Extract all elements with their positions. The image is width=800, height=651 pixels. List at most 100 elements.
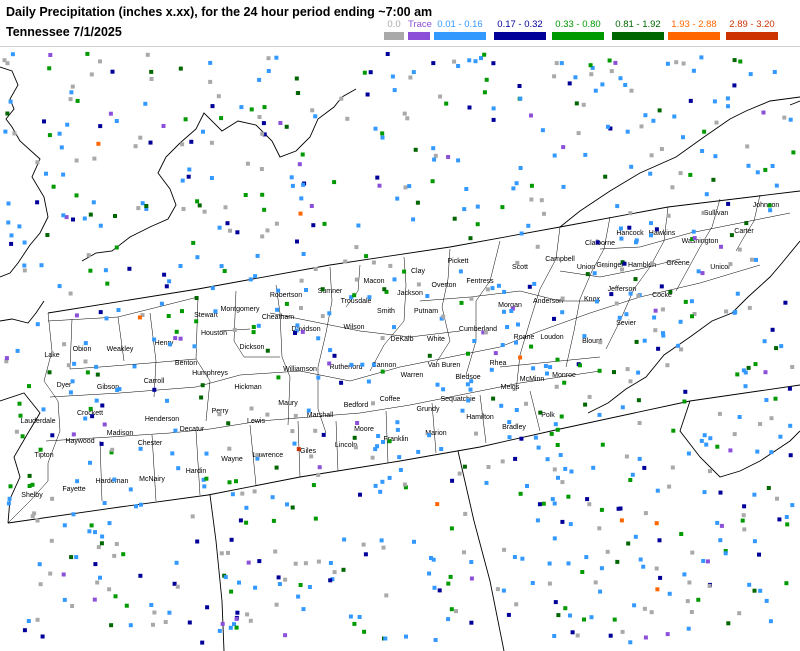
legend-item: 2.89 - 3.20 (726, 20, 778, 40)
station-marker (202, 484, 207, 489)
station-marker (524, 401, 528, 406)
station-marker (438, 94, 443, 99)
station-marker (519, 436, 524, 441)
station-marker (95, 580, 100, 585)
county-label-coffee: Coffee (380, 396, 401, 403)
station-marker (360, 362, 365, 367)
station-marker (726, 621, 731, 626)
station-marker (18, 413, 23, 418)
station-marker (270, 495, 275, 500)
station-marker (532, 281, 537, 286)
station-marker (220, 621, 225, 626)
station-marker (102, 501, 107, 505)
station-marker (132, 364, 137, 369)
station-marker (558, 453, 563, 457)
station-marker (712, 99, 717, 104)
county-label-warren: Warren (401, 372, 424, 379)
station-marker (390, 74, 395, 79)
county-label-henderson: Henderson (145, 416, 179, 423)
station-marker (450, 478, 455, 483)
station-marker (381, 440, 385, 444)
station-marker (509, 309, 514, 313)
station-marker (661, 333, 666, 338)
station-marker (427, 433, 432, 438)
county-label-wilson: Wilson (343, 324, 364, 331)
station-marker (327, 361, 332, 366)
station-marker (48, 571, 53, 576)
station-marker (41, 407, 46, 412)
station-marker (543, 364, 548, 368)
station-marker (379, 538, 384, 543)
station-marker (505, 325, 510, 329)
station-marker (653, 308, 658, 313)
station-marker (278, 121, 283, 125)
station-marker (699, 438, 704, 443)
station-marker (149, 69, 154, 74)
station-marker (100, 403, 105, 408)
legend-label: 0.01 - 0.16 (437, 19, 483, 30)
station-marker (10, 52, 15, 57)
station-marker (432, 585, 437, 590)
station-marker (313, 114, 318, 119)
station-marker (316, 375, 321, 380)
legend-item: Trace (408, 20, 432, 40)
station-marker (431, 146, 436, 151)
legend-item: 0.33 - 0.80 (552, 20, 604, 40)
station-marker (362, 629, 367, 634)
station-marker (402, 269, 407, 274)
legend-item: 0.81 - 1.92 (612, 20, 664, 40)
station-marker (637, 456, 642, 461)
station-marker (520, 556, 525, 561)
station-marker (244, 505, 249, 510)
station-marker (195, 539, 200, 544)
station-marker (549, 431, 554, 436)
station-marker (173, 428, 178, 433)
county-label-monroe: Monroe (552, 372, 576, 379)
station-marker (373, 483, 378, 488)
station-marker (370, 455, 375, 460)
station-marker (403, 185, 408, 190)
station-marker (513, 456, 518, 461)
tn-ky-state-line (47, 190, 800, 314)
station-marker (649, 233, 653, 238)
station-marker (8, 99, 13, 104)
station-marker (197, 203, 202, 208)
legend-item: 0.17 - 0.32 (494, 20, 546, 40)
station-marker (413, 147, 418, 152)
station-marker (187, 167, 192, 172)
station-marker (416, 449, 421, 454)
station-marker (39, 263, 44, 268)
station-marker (654, 566, 659, 571)
station-marker (328, 561, 333, 565)
station-marker (234, 625, 239, 630)
station-marker (22, 268, 27, 273)
station-marker (186, 174, 191, 179)
station-marker (752, 588, 757, 593)
station-marker (316, 336, 321, 341)
county-label-benton: Benton (175, 360, 197, 367)
station-marker (628, 478, 633, 482)
station-marker (109, 623, 114, 628)
station-marker (47, 370, 52, 375)
station-marker (770, 327, 775, 332)
station-marker (747, 305, 752, 310)
station-marker (395, 196, 400, 201)
station-marker (289, 175, 294, 180)
station-marker (715, 444, 720, 449)
station-marker (238, 518, 243, 523)
station-marker (143, 101, 148, 106)
station-marker (469, 576, 474, 581)
station-marker (630, 472, 635, 477)
station-marker (296, 447, 301, 452)
station-marker (42, 119, 46, 124)
station-marker (300, 152, 305, 157)
station-marker (72, 361, 77, 366)
station-marker (656, 346, 661, 351)
station-marker (22, 628, 27, 633)
station-marker (210, 286, 215, 291)
station-marker (105, 281, 110, 286)
station-marker (45, 233, 50, 237)
station-marker (371, 260, 376, 265)
station-marker (74, 555, 79, 560)
station-marker (757, 552, 761, 557)
